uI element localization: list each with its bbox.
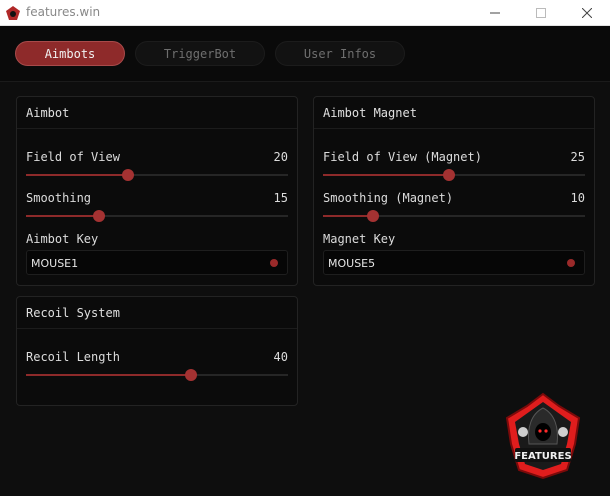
aimbot-panel-title: Aimbot: [17, 97, 297, 129]
app-icon: [6, 6, 20, 20]
magnet-smoothing-slider-fill: [323, 215, 373, 217]
maximize-icon: [536, 8, 546, 18]
magnet-panel: Aimbot Magnet Field of View (Magnet) 25 …: [313, 96, 595, 286]
tab-bar: Aimbots TriggerBot User Infos: [0, 26, 610, 82]
tab-triggerbot[interactable]: TriggerBot: [135, 41, 265, 66]
title-bar: features.win: [0, 0, 610, 26]
magnet-fov-slider-fill: [323, 174, 449, 176]
record-dot-icon: [567, 259, 575, 267]
tab-user-infos[interactable]: User Infos: [275, 41, 405, 66]
magnet-key-label: Magnet Key: [323, 232, 396, 246]
magnet-fov-value: 25: [570, 150, 585, 164]
minimize-icon: [490, 12, 500, 14]
magnet-fov-label: Field of View (Magnet): [323, 150, 482, 164]
aimbot-key-value: MOUSE1: [31, 257, 79, 270]
recoil-panel: Recoil System Recoil Length 40: [16, 296, 298, 406]
window-title: features.win: [26, 5, 101, 19]
recoil-panel-title: Recoil System: [17, 297, 297, 329]
fov-slider-fill: [26, 174, 129, 176]
fov-slider-handle[interactable]: [122, 169, 135, 181]
recoil-length-slider-fill: [26, 374, 192, 376]
smoothing-value: 15: [273, 191, 288, 205]
magnet-smoothing-slider[interactable]: [323, 210, 585, 222]
magnet-smoothing-label: Smoothing (Magnet): [323, 191, 454, 205]
recoil-length-slider[interactable]: [26, 369, 288, 381]
logo-wordmark: FEATURES: [514, 451, 571, 462]
recoil-length-label: Recoil Length: [26, 350, 120, 364]
features-logo: FEATURES: [505, 392, 581, 480]
magnet-panel-title: Aimbot Magnet: [314, 97, 594, 129]
close-button[interactable]: [564, 0, 610, 26]
smoothing-slider-fill: [26, 215, 100, 217]
magnet-key-bind[interactable]: MOUSE5: [323, 250, 585, 275]
smoothing-slider-handle[interactable]: [93, 210, 106, 222]
magnet-fov-slider-handle[interactable]: [442, 169, 455, 181]
smoothing-label: Smoothing: [26, 191, 92, 205]
magnet-key-value: MOUSE5: [328, 257, 376, 270]
magnet-fov-slider[interactable]: [323, 169, 585, 181]
tab-aimbots[interactable]: Aimbots: [15, 41, 125, 66]
minimize-button[interactable]: [472, 0, 518, 26]
recoil-length-slider-handle[interactable]: [185, 369, 198, 381]
fov-label: Field of View: [26, 150, 120, 164]
fov-value: 20: [273, 150, 288, 164]
maximize-button[interactable]: [518, 0, 564, 26]
magnet-smoothing-slider-handle[interactable]: [366, 210, 379, 222]
aimbot-panel: Aimbot Field of View 20 Smoothing 15 Aim…: [16, 96, 298, 286]
magnet-smoothing-value: 10: [570, 191, 585, 205]
aimbot-key-bind[interactable]: MOUSE1: [26, 250, 288, 275]
recoil-length-value: 40: [273, 350, 288, 364]
fov-slider[interactable]: [26, 169, 288, 181]
smoothing-slider[interactable]: [26, 210, 288, 222]
close-icon: [582, 8, 592, 18]
record-dot-icon: [270, 259, 278, 267]
aimbot-key-label: Aimbot Key: [26, 232, 99, 246]
